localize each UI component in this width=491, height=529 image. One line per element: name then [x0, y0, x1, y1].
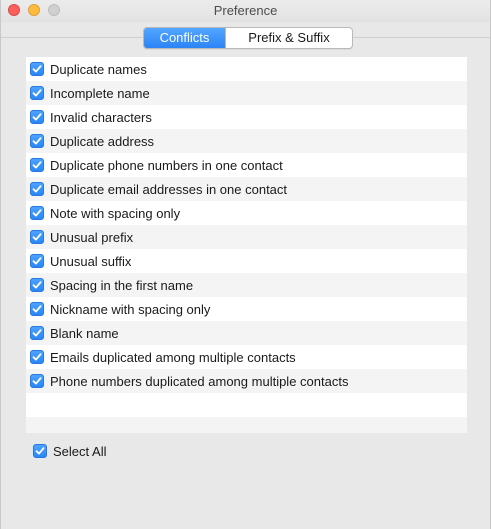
checkbox-checked-icon[interactable]: [30, 134, 44, 148]
list-item-label: Duplicate phone numbers in one contact: [50, 157, 283, 173]
list-item[interactable]: Duplicate phone numbers in one contact: [26, 153, 467, 177]
list-item-label: Nickname with spacing only: [50, 301, 211, 317]
checkbox-checked-icon[interactable]: [30, 182, 44, 196]
list-item-label: Duplicate address: [50, 133, 155, 149]
checkbox-checked-icon[interactable]: [30, 110, 44, 124]
list-item-label: Phone numbers duplicated among multiple …: [50, 373, 349, 389]
tab-switcher: Conflicts Prefix & Suffix: [143, 27, 353, 49]
list-item-label: Incomplete name: [50, 85, 150, 101]
preference-window: Preference Conflicts Prefix & Suffix Dup…: [0, 0, 491, 529]
list-item-label: Invalid characters: [50, 109, 152, 125]
checkbox-checked-icon[interactable]: [30, 230, 44, 244]
list-item[interactable]: Duplicate address: [26, 129, 467, 153]
checkbox-checked-icon[interactable]: [30, 302, 44, 316]
title-bar: Preference: [1, 0, 490, 22]
list-item[interactable]: Unusual suffix: [26, 249, 467, 273]
checkbox-checked-icon[interactable]: [30, 158, 44, 172]
list-item[interactable]: Incomplete name: [26, 81, 467, 105]
list-item[interactable]: Unusual prefix: [26, 225, 467, 249]
checkbox-checked-icon[interactable]: [30, 278, 44, 292]
tab-prefix-suffix[interactable]: Prefix & Suffix: [225, 28, 352, 48]
list-item[interactable]: Note with spacing only: [26, 201, 467, 225]
list-item-label: Duplicate names: [50, 61, 147, 77]
empty-list-row: [26, 393, 467, 417]
list-item[interactable]: Duplicate email addresses in one contact: [26, 177, 467, 201]
tab-conflicts[interactable]: Conflicts: [144, 28, 225, 48]
checkbox-checked-icon[interactable]: [30, 206, 44, 220]
checkbox-checked-icon[interactable]: [30, 350, 44, 364]
list-item[interactable]: Spacing in the first name: [26, 273, 467, 297]
list-item[interactable]: Phone numbers duplicated among multiple …: [26, 369, 467, 393]
list-item[interactable]: Nickname with spacing only: [26, 297, 467, 321]
empty-list-row: [26, 417, 467, 433]
select-all-option[interactable]: Select All: [33, 443, 106, 459]
list-item[interactable]: Invalid characters: [26, 105, 467, 129]
checkbox-checked-icon[interactable]: [30, 86, 44, 100]
list-item[interactable]: Blank name: [26, 321, 467, 345]
list-item-label: Spacing in the first name: [50, 277, 194, 293]
list-item-label: Blank name: [50, 325, 119, 341]
list-item-label: Duplicate email addresses in one contact: [50, 181, 288, 197]
list-item-label: Unusual suffix: [50, 253, 132, 269]
list-item[interactable]: Duplicate names: [26, 57, 467, 81]
checkbox-checked-icon[interactable]: [30, 326, 44, 340]
checkbox-checked-icon[interactable]: [30, 254, 44, 268]
conflict-checklist: Duplicate names Incomplete name Invalid …: [26, 57, 467, 433]
checkbox-checked-icon[interactable]: [30, 374, 44, 388]
list-item[interactable]: Emails duplicated among multiple contact…: [26, 345, 467, 369]
checkbox-checked-icon[interactable]: [30, 62, 44, 76]
list-item-label: Emails duplicated among multiple contact…: [50, 349, 296, 365]
checkbox-checked-icon[interactable]: [33, 444, 47, 458]
window-title: Preference: [213, 3, 278, 18]
select-all-label: Select All: [53, 443, 107, 459]
list-item-label: Unusual prefix: [50, 229, 134, 245]
list-item-label: Note with spacing only: [50, 205, 181, 221]
